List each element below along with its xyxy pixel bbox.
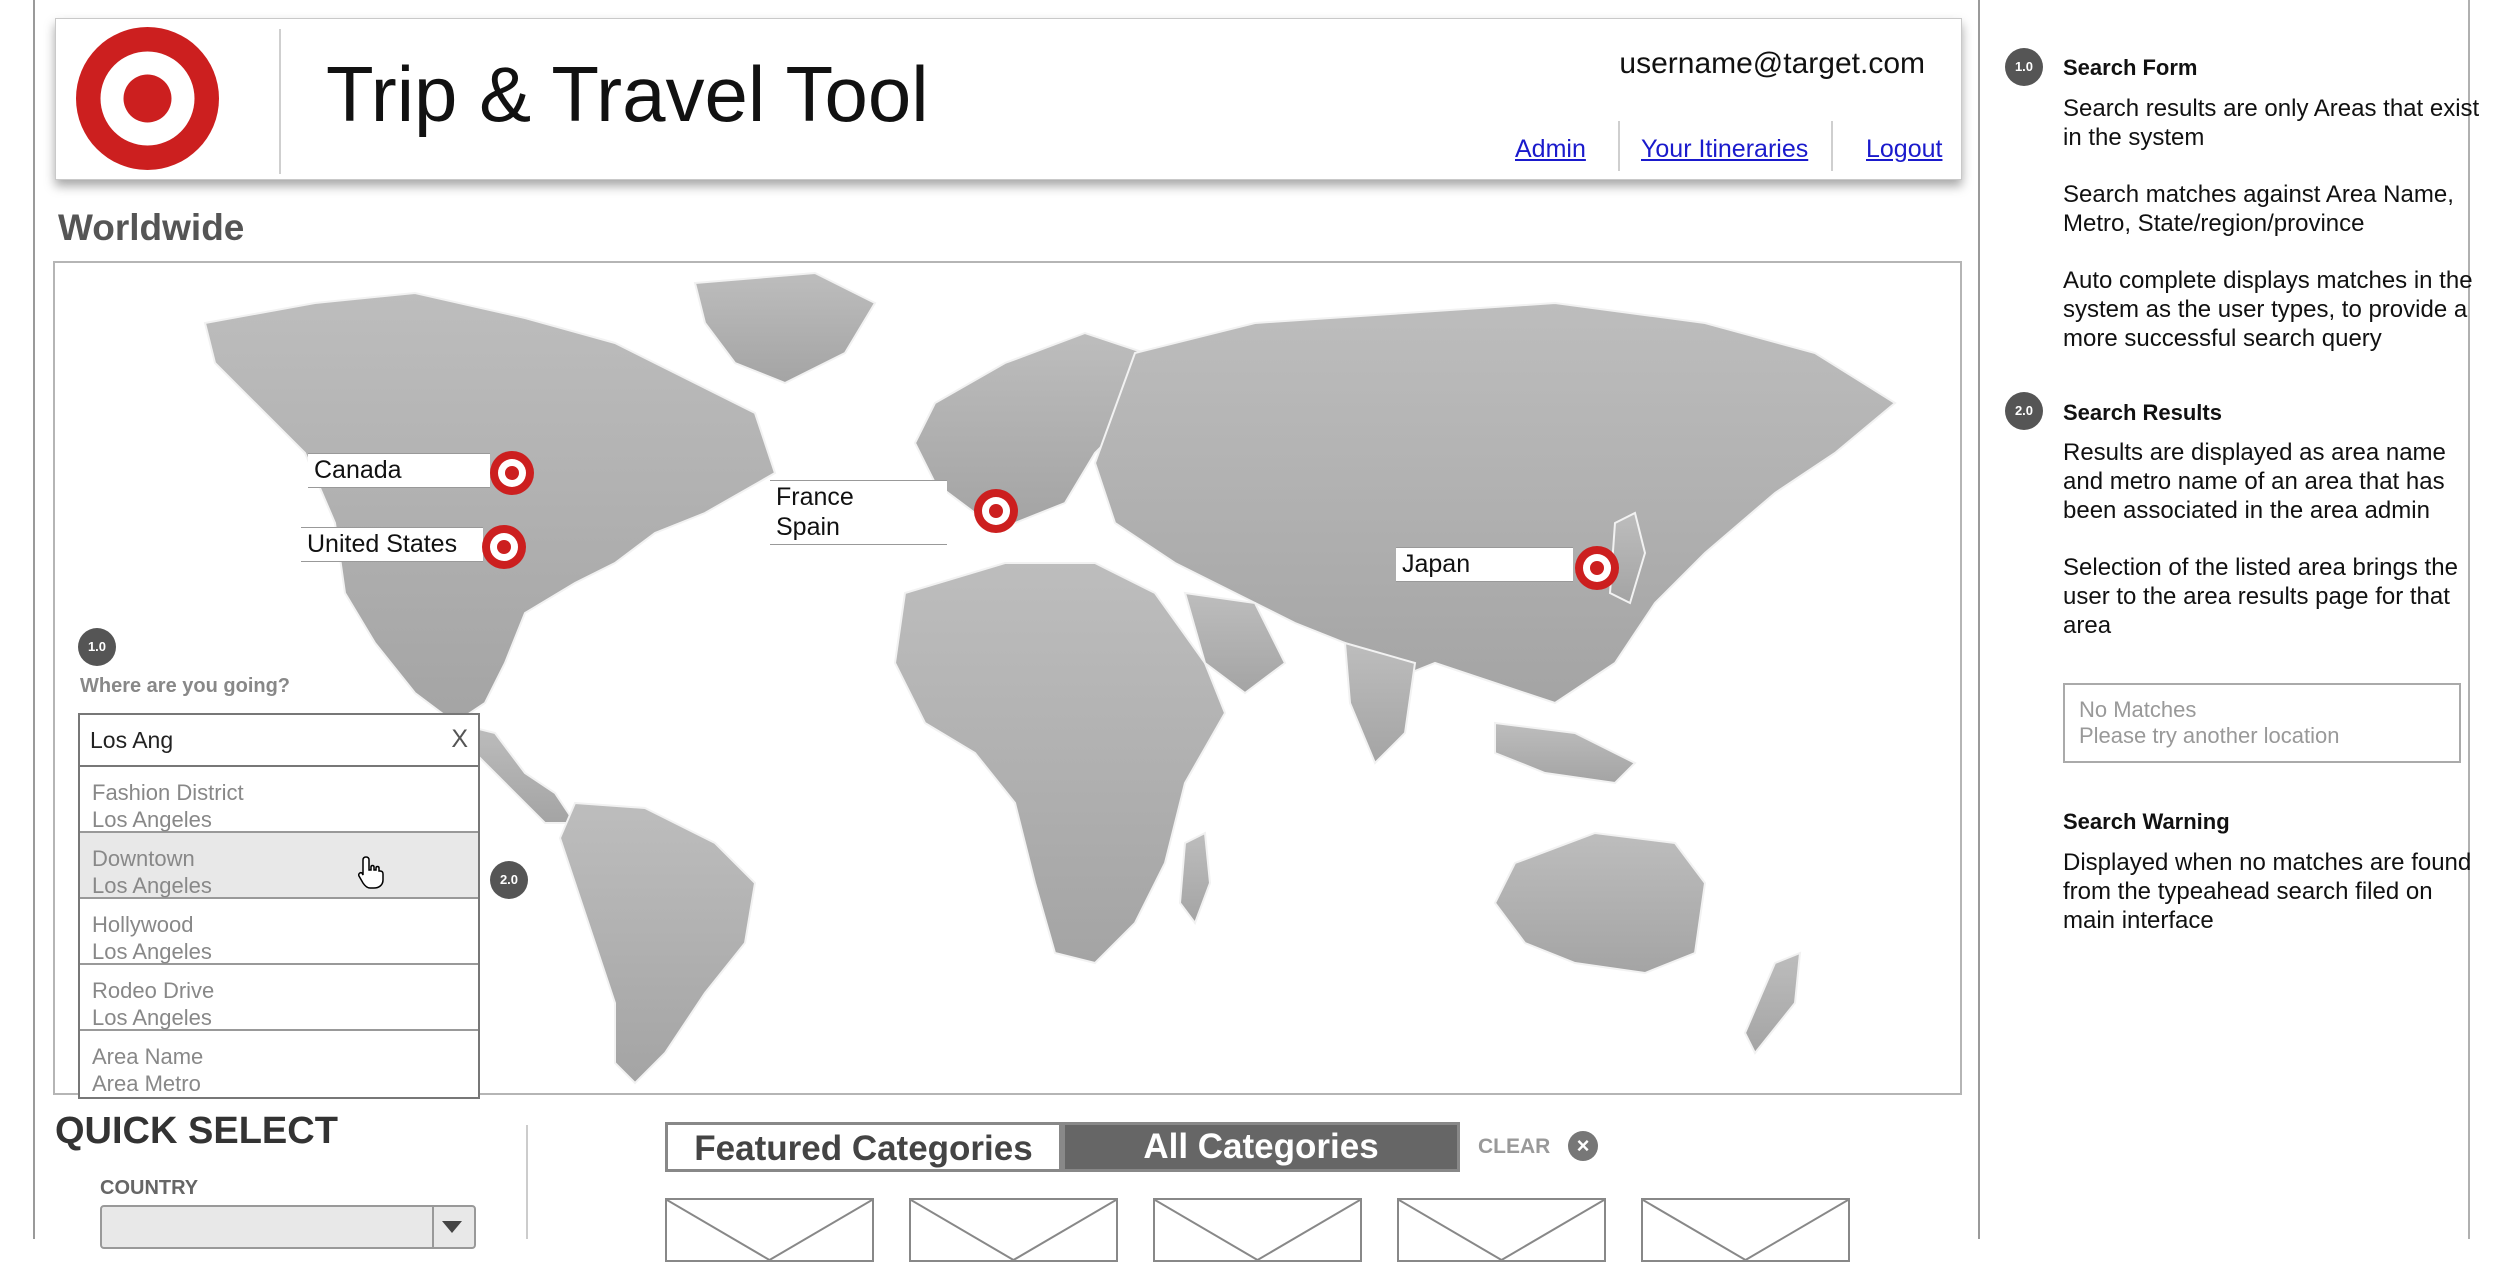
location-label-canada[interactable]: Canada <box>308 453 490 488</box>
target-pin-icon[interactable] <box>972 487 1020 535</box>
result-metro-name: Los Angeles <box>92 939 212 964</box>
category-image-placeholder[interactable] <box>1641 1198 1850 1262</box>
tab-featured-categories[interactable]: Featured Categories <box>665 1122 1062 1172</box>
result-area-name: Hollywood <box>92 912 194 937</box>
country-label: COUNTRY <box>100 1177 199 1199</box>
search-results-badge: 2.0 <box>490 861 528 899</box>
select-separator <box>432 1207 434 1247</box>
note-title-search-form: Search Form <box>2063 55 2198 80</box>
location-label-france[interactable]: France <box>770 480 947 515</box>
location-label-japan[interactable]: Japan <box>1396 547 1573 582</box>
location-label-united-states[interactable]: United States <box>301 527 483 562</box>
link-separator <box>1618 121 1620 171</box>
no-matches-hint: Please try another location <box>2079 723 2340 748</box>
hand-cursor-icon <box>358 856 384 889</box>
target-pin-icon[interactable] <box>480 523 528 571</box>
country-select[interactable] <box>100 1205 476 1249</box>
bottom-divider <box>526 1125 528 1239</box>
target-pin-icon[interactable] <box>1573 544 1621 592</box>
search-form-badge: 1.0 <box>78 628 116 666</box>
logout-link[interactable]: Logout <box>1866 135 1942 164</box>
chevron-down-icon <box>442 1221 462 1233</box>
search-result-item[interactable]: Downtown Los Angeles <box>80 833 478 899</box>
note-text: Search matches against Area Name, Metro,… <box>2063 181 2454 237</box>
note-text: Auto complete displays matches in the sy… <box>2063 267 2473 352</box>
clear-search-button[interactable]: X <box>451 725 468 754</box>
admin-link[interactable]: Admin <box>1515 135 1586 164</box>
section-title: Worldwide <box>58 207 245 248</box>
search-input[interactable] <box>88 723 422 757</box>
note-title-search-results: Search Results <box>2063 400 2222 425</box>
no-matches-box: No Matches Please try another location <box>2063 683 2461 763</box>
result-area-name: Downtown <box>92 846 195 871</box>
page-left-border <box>33 0 35 1239</box>
close-circle-icon[interactable]: × <box>1568 1131 1598 1161</box>
result-metro-name: Los Angeles <box>92 873 212 898</box>
note-badge-search-form: 1.0 <box>2005 48 2043 86</box>
target-pin-icon[interactable] <box>488 449 536 497</box>
location-label-spain[interactable]: Spain <box>770 511 947 545</box>
note-text: Search results are only Areas that exist… <box>2063 95 2480 151</box>
content-right-border <box>1978 0 1980 1239</box>
result-area-name: Fashion District <box>92 780 244 805</box>
no-matches-title: No Matches <box>2079 697 2197 722</box>
result-metro-name: Area Metro <box>92 1071 201 1096</box>
app-header: Trip & Travel Tool username@target.com A… <box>55 18 1962 180</box>
note-title-search-warning: Search Warning <box>2063 809 2230 834</box>
result-metro-name: Los Angeles <box>92 807 212 832</box>
search-result-item[interactable]: Area Name Area Metro <box>80 1031 478 1097</box>
quick-select-title: QUICK SELECT <box>55 1110 338 1152</box>
clear-categories-button[interactable]: CLEAR <box>1478 1135 1550 1159</box>
header-divider <box>279 29 281 174</box>
link-separator <box>1831 121 1833 171</box>
search-results-dropdown: Fashion District Los Angeles Downtown Lo… <box>78 765 480 1099</box>
tab-all-categories[interactable]: All Categories <box>1062 1122 1460 1172</box>
note-text: Displayed when no matches are found from… <box>2063 849 2472 934</box>
search-box[interactable]: X <box>78 713 480 767</box>
search-prompt: Where are you going? <box>80 675 291 697</box>
search-result-item[interactable]: Rodeo Drive Los Angeles <box>80 965 478 1031</box>
search-result-item[interactable]: Fashion District Los Angeles <box>80 767 478 833</box>
target-logo[interactable] <box>76 27 219 170</box>
note-text: Selection of the listed area brings the … <box>2063 554 2458 639</box>
note-text: Results are displayed as area name and m… <box>2063 439 2446 524</box>
result-metro-name: Los Angeles <box>92 1005 212 1030</box>
username-label: username@target.com <box>1619 47 1925 80</box>
itineraries-link[interactable]: Your Itineraries <box>1641 135 1808 164</box>
category-image-placeholder[interactable] <box>1397 1198 1606 1262</box>
search-result-item[interactable]: Hollywood Los Angeles <box>80 899 478 965</box>
result-area-name: Rodeo Drive <box>92 978 215 1003</box>
result-area-name: Area Name <box>92 1044 204 1069</box>
category-image-placeholder[interactable] <box>665 1198 874 1262</box>
app-title: Trip & Travel Tool <box>326 50 929 138</box>
category-image-placeholder[interactable] <box>909 1198 1118 1262</box>
note-badge-search-results: 2.0 <box>2005 392 2043 430</box>
category-image-placeholder[interactable] <box>1153 1198 1362 1262</box>
